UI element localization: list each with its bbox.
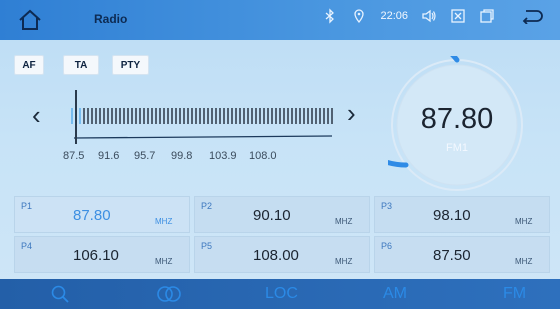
preset-unit: MHZ [515, 257, 533, 266]
preset-grid: P1 87.80 MHZ P2 90.10 MHZ P3 98.10 MHZ P… [14, 196, 550, 274]
preset-frequency: 87.50 [433, 247, 471, 264]
preset-number: P6 [381, 241, 393, 251]
preset-p6[interactable]: P6 87.50 MHZ [374, 236, 550, 273]
preset-frequency: 108.00 [253, 247, 299, 264]
af-button[interactable]: AF [14, 55, 44, 75]
preset-p5[interactable]: P5 108.00 MHZ [194, 236, 370, 273]
page-title: Radio [94, 12, 128, 26]
seek-up-button[interactable]: › [347, 98, 356, 129]
preset-number: P3 [381, 201, 393, 211]
seek-down-button[interactable]: ‹ [32, 100, 41, 131]
current-band: FM1 [446, 142, 468, 154]
scale-label: 103.9 [209, 150, 237, 162]
status-area: 22:06 [322, 8, 544, 24]
preset-unit: MHZ [335, 257, 353, 266]
am-button[interactable]: AM [383, 285, 407, 303]
preset-number: P2 [201, 201, 213, 211]
loc-button[interactable]: LOC [265, 285, 298, 303]
preset-frequency: 90.10 [253, 207, 291, 224]
top-bar: Radio 22:06 [0, 0, 560, 40]
fm-button[interactable]: FM [503, 285, 526, 303]
clock: 22:06 [380, 10, 408, 22]
pty-button[interactable]: PTY [112, 55, 149, 75]
window-icon[interactable] [479, 8, 495, 24]
preset-unit: MHZ [335, 217, 353, 226]
home-icon[interactable] [18, 9, 42, 31]
back-arrow-icon[interactable] [520, 8, 544, 24]
current-frequency: 87.80 [420, 103, 494, 135]
preset-number: P4 [21, 241, 33, 251]
preset-unit: MHZ [155, 257, 173, 266]
scale-baseline [73, 135, 333, 139]
frequency-scale[interactable] [62, 90, 342, 150]
preset-p4[interactable]: P4 106.10 MHZ [14, 236, 190, 273]
bluetooth-icon [326, 8, 335, 24]
scale-label: 95.7 [134, 150, 156, 162]
preset-number: P5 [201, 241, 213, 251]
ta-button[interactable]: TA [63, 55, 99, 75]
scale-label: 108.0 [249, 150, 277, 162]
location-pin-icon [354, 9, 365, 24]
preset-p3[interactable]: P3 98.10 MHZ [374, 196, 550, 233]
scale-label: 91.6 [98, 150, 120, 162]
preset-frequency: 106.10 [73, 247, 119, 264]
close-box-icon[interactable] [450, 8, 466, 24]
preset-unit: MHZ [155, 217, 173, 226]
preset-unit: MHZ [515, 217, 533, 226]
bottom-bar: LOC AM FM [0, 279, 560, 309]
preset-number: P1 [21, 201, 33, 211]
preset-frequency: 98.10 [433, 207, 471, 224]
scale-label: 87.5 [63, 150, 85, 162]
preset-p1[interactable]: P1 87.80 MHZ [14, 196, 190, 233]
volume-icon[interactable] [421, 8, 437, 24]
stereo-icon[interactable] [155, 285, 183, 303]
search-icon[interactable] [50, 284, 70, 304]
scale-ticks [71, 108, 333, 124]
scale-label: 99.8 [171, 150, 193, 162]
preset-p2[interactable]: P2 90.10 MHZ [194, 196, 370, 233]
preset-frequency: 87.80 [73, 207, 111, 224]
